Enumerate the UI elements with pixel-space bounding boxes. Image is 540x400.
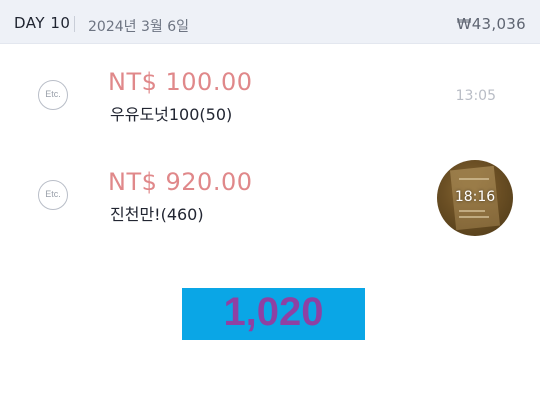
- receipt-line: [459, 216, 489, 218]
- header-divider: [74, 16, 75, 32]
- entry-description: 진천만!(460): [110, 205, 204, 224]
- summary-value: 1,020: [223, 290, 324, 334]
- entry-amount: NT$ 100.00: [108, 68, 253, 96]
- entry-time: 13:05: [455, 88, 496, 104]
- entry-description: 우유도넛100(50): [110, 105, 233, 124]
- day-header: DAY 10 2024년 3월 6일 ₩43,036: [0, 0, 540, 44]
- date-label: 2024년 3월 6일: [88, 19, 189, 35]
- entry-amount: NT$ 920.00: [108, 168, 253, 196]
- receipt-line: [459, 210, 485, 212]
- day-label: DAY 10: [14, 14, 71, 32]
- summary-box: 1,020: [182, 288, 365, 340]
- day-total: ₩43,036: [456, 15, 526, 33]
- entry-time: 18:16: [454, 189, 496, 205]
- expense-entry[interactable]: Etc. NT$ 100.00 우유도넛100(50) 13:05: [0, 52, 540, 142]
- etc-icon: Etc.: [38, 80, 68, 110]
- etc-icon: Etc.: [38, 180, 68, 210]
- receipt-line: [459, 178, 489, 180]
